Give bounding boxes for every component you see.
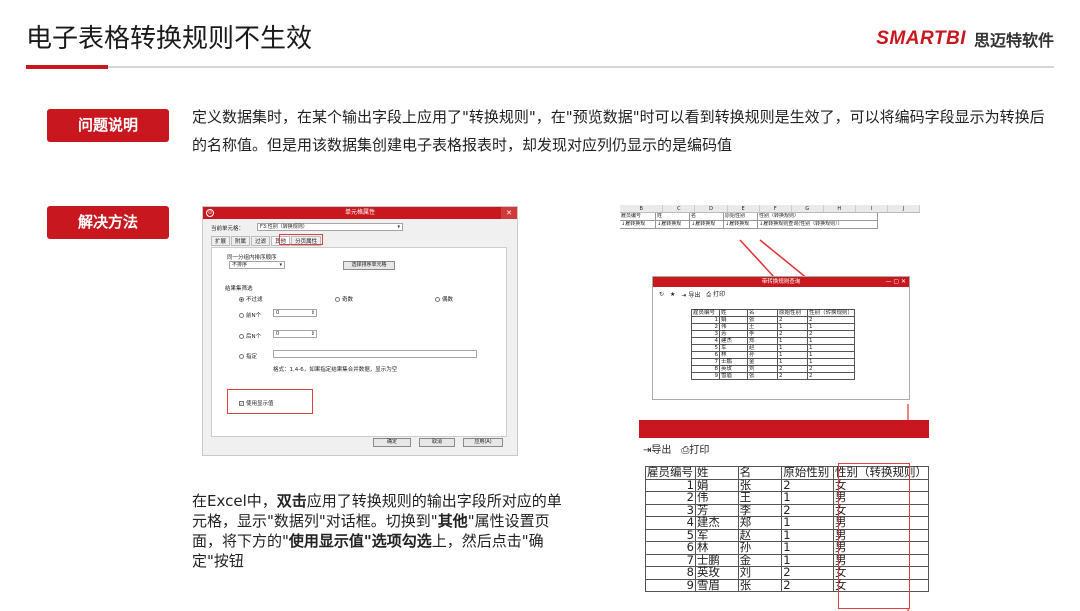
table-cell: 2 xyxy=(777,316,808,324)
table-cell: 1 xyxy=(777,337,808,345)
table-cell: 王 xyxy=(747,323,778,331)
table-cell: 士鹏 xyxy=(719,358,748,366)
table-row: 2伟王11 xyxy=(691,323,856,331)
export-button[interactable]: ⇥导出 xyxy=(643,441,671,456)
table-row: 1娟张22 xyxy=(691,316,856,324)
table-cell: 1 xyxy=(777,358,808,366)
result-toolbar: ⇥导出 ⎙打印 xyxy=(639,438,929,458)
table-cell: 雪眉 xyxy=(719,372,748,380)
table-cell: 2 xyxy=(781,578,834,592)
table-cell: 2 xyxy=(777,330,808,338)
table-header-row: 雇员编号姓名原始性别 性别（转换规则） xyxy=(691,309,856,317)
solution-desc: 在Excel中，双击应用了转换规则的输出字段所对应的单元格，显示"数据列"对话框… xyxy=(192,491,572,571)
table-row: 7 士鹏金 1 1 xyxy=(691,358,856,366)
table-cell: 1 xyxy=(691,316,720,324)
popup-toolbar: ↻ ★ ⇥ 导出 ⎙ 打印 xyxy=(653,287,909,301)
desc-bold: 其他 xyxy=(437,512,468,530)
export-label: 导出 xyxy=(688,291,701,299)
header-cell: 名 xyxy=(747,309,778,317)
table-cell: 1 xyxy=(806,337,856,345)
close-icon[interactable]: — ▢ ✕ xyxy=(885,277,906,287)
print-button[interactable]: ⎙打印 xyxy=(681,441,709,456)
table-cell: 2 xyxy=(777,365,808,373)
highlight-box xyxy=(838,463,910,609)
star-icon[interactable]: ★ xyxy=(670,291,675,298)
table-cell: 1 xyxy=(777,323,808,331)
export-button[interactable]: ⇥ 导出 xyxy=(681,290,700,299)
table-cell: 张 xyxy=(747,316,778,324)
table-cell: 郑 xyxy=(747,337,778,345)
table-cell: 军 xyxy=(719,344,748,352)
table-cell: 7 xyxy=(691,358,720,366)
print-button[interactable]: ⎙ 打印 xyxy=(706,289,725,299)
desc-bold: 使用显示值"选项勾选 xyxy=(288,532,432,550)
desc-bold: 双击 xyxy=(276,492,307,510)
table-cell: 6 xyxy=(691,351,720,359)
popup-title: 带转换规则查询 xyxy=(761,279,801,285)
table-cell: 雪眉 xyxy=(694,578,739,592)
table-cell: 1 xyxy=(806,323,856,331)
table-cell: 8 xyxy=(691,365,720,373)
table-row: 3芳李22 xyxy=(691,330,856,338)
desc-text: 在Excel中， xyxy=(192,492,277,510)
table-cell: 5 xyxy=(691,344,720,352)
header-cell: 原始性别 xyxy=(777,309,808,317)
popup-titlebar: 带转换规则查询 — ▢ ✕ xyxy=(653,277,909,287)
header-cell: 姓 xyxy=(719,309,748,317)
table-cell: 1 xyxy=(777,351,808,359)
table-cell: 2 xyxy=(806,365,856,373)
table-cell: 2 xyxy=(806,316,856,324)
popup-table: 雇员编号姓名原始性别 性别（转换规则） 1 娟张 2 2 2 伟王 1 1 3 芳李 2 2 4 建杰郑 1 1 5… xyxy=(691,309,856,380)
table-cell: 4 xyxy=(691,337,720,345)
result-titlebar xyxy=(639,420,929,438)
table-cell: 林 xyxy=(719,351,748,359)
table-cell: 芳 xyxy=(719,330,748,338)
preview-popup: 带转换规则查询 — ▢ ✕ ↻ ★ ⇥ 导出 ⎙ 打印 雇员编号姓名原始性别 性别… xyxy=(652,276,910,400)
table-cell: 1 xyxy=(806,344,856,352)
table-cell: 金 xyxy=(747,358,778,366)
table-cell: 张 xyxy=(737,578,783,592)
table-cell: 1 xyxy=(777,344,808,352)
table-cell: 2 xyxy=(691,323,720,331)
table-cell: 刘 xyxy=(747,365,778,373)
table-cell: 2 xyxy=(777,372,808,380)
print-label: 打印 xyxy=(713,291,726,298)
print-label: 打印 xyxy=(689,444,710,456)
table-cell: 赵 xyxy=(747,344,778,352)
table-cell: 孙 xyxy=(747,351,778,359)
table-cell: 张 xyxy=(747,372,778,380)
table-cell: 娟 xyxy=(719,316,748,324)
table-cell: 3 xyxy=(691,330,720,338)
table-row: 4 建杰郑 1 1 xyxy=(691,337,856,345)
table-row: 8 英玫刘 2 2 xyxy=(691,365,856,373)
table-row: 6林孙11 xyxy=(691,351,856,359)
table-cell: 9 xyxy=(691,372,720,380)
table-row: 5军赵11 xyxy=(691,344,856,352)
export-label: 导出 xyxy=(651,444,672,456)
table-cell: 1 xyxy=(806,358,856,366)
table-cell: 2 xyxy=(806,330,856,338)
table-cell: 2 xyxy=(806,372,856,380)
table-cell: 9 xyxy=(645,578,696,592)
table-cell: 1 xyxy=(806,351,856,359)
table-cell: 李 xyxy=(747,330,778,338)
refresh-icon[interactable]: ↻ xyxy=(659,291,664,298)
header-cell: 性别（转换规则） xyxy=(806,309,856,317)
header-cell: 雇员编号 xyxy=(691,309,720,317)
table-cell: 伟 xyxy=(719,323,748,331)
table-row: 9 雪眉张 2 2 xyxy=(691,372,856,380)
table-cell: 英玫 xyxy=(719,365,748,373)
table-cell: 建杰 xyxy=(719,337,748,345)
